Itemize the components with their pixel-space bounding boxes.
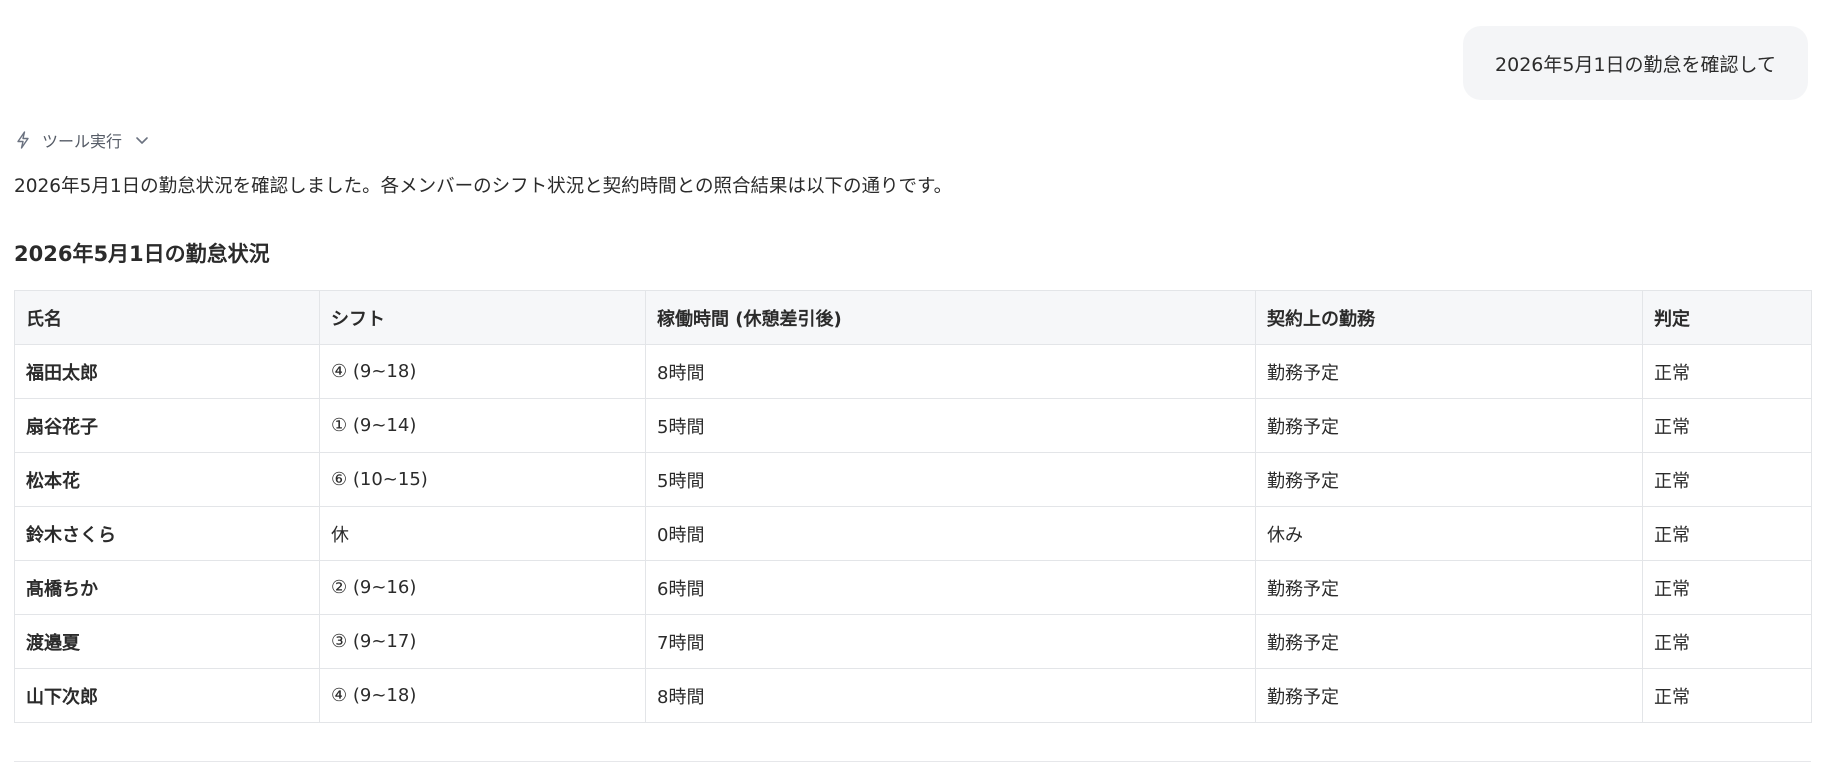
cell-judgement: 正常	[1642, 398, 1812, 453]
chat-page: 2026年5月1日の勤怠を確認して ツール実行 2026年5月1日の勤怠状況を確…	[0, 0, 1822, 782]
table-row: 髙橋ちか ② (9~16) 6時間 勤務予定 正常	[14, 560, 1812, 615]
assistant-intro-text: 2026年5月1日の勤怠状況を確認しました。各メンバーのシフト状況と契約時間との…	[14, 176, 953, 197]
cell-hours: 5時間	[645, 452, 1256, 507]
table-row: 山下次郎 ④ (9~18) 8時間 勤務予定 正常	[14, 668, 1812, 723]
section-heading: 2026年5月1日の勤怠状況	[14, 242, 270, 266]
cell-name: 髙橋ちか	[14, 560, 320, 615]
header-judgement: 判定	[1642, 290, 1812, 345]
cell-name: 渡邉夏	[14, 614, 320, 669]
cell-contract: 勤務予定	[1255, 560, 1643, 615]
cell-hours: 8時間	[645, 668, 1256, 723]
attendance-table: 氏名 シフト 稼働時間 (休憩差引後) 契約上の勤務 判定 福田太郎 ④ (9~…	[14, 290, 1812, 723]
cell-name: 山下次郎	[14, 668, 320, 723]
cell-judgement: 正常	[1642, 506, 1812, 561]
table-row: 松本花 ⑥ (10~15) 5時間 勤務予定 正常	[14, 452, 1812, 507]
cell-contract: 勤務予定	[1255, 398, 1643, 453]
user-message-text: 2026年5月1日の勤怠を確認して	[1495, 53, 1776, 76]
cell-shift: 休	[319, 506, 646, 561]
cell-judgement: 正常	[1642, 668, 1812, 723]
cell-hours: 6時間	[645, 560, 1256, 615]
table-header-row: 氏名 シフト 稼働時間 (休憩差引後) 契約上の勤務 判定	[14, 290, 1812, 345]
table-row: 渡邉夏 ③ (9~17) 7時間 勤務予定 正常	[14, 614, 1812, 669]
divider	[14, 761, 1811, 762]
table-row: 扇谷花子 ① (9~14) 5時間 勤務予定 正常	[14, 398, 1812, 453]
cell-shift: ② (9~16)	[319, 560, 646, 615]
header-contract: 契約上の勤務	[1255, 290, 1643, 345]
cell-judgement: 正常	[1642, 344, 1812, 399]
cell-hours: 7時間	[645, 614, 1256, 669]
cell-name: 扇谷花子	[14, 398, 320, 453]
cell-judgement: 正常	[1642, 614, 1812, 669]
cell-contract: 勤務予定	[1255, 668, 1643, 723]
user-message-bubble: 2026年5月1日の勤怠を確認して	[1463, 26, 1808, 100]
header-shift: シフト	[319, 290, 646, 345]
cell-hours: 8時間	[645, 344, 1256, 399]
table-row: 福田太郎 ④ (9~18) 8時間 勤務予定 正常	[14, 344, 1812, 399]
lightning-icon	[16, 131, 30, 149]
cell-judgement: 正常	[1642, 452, 1812, 507]
cell-name: 福田太郎	[14, 344, 320, 399]
cell-name: 鈴木さくら	[14, 506, 320, 561]
cell-hours: 5時間	[645, 398, 1256, 453]
cell-shift: ④ (9~18)	[319, 668, 646, 723]
tool-execution-toggle[interactable]: ツール実行	[16, 128, 150, 152]
chevron-down-icon	[134, 132, 150, 148]
cell-hours: 0時間	[645, 506, 1256, 561]
cell-contract: 休み	[1255, 506, 1643, 561]
header-name: 氏名	[14, 290, 320, 345]
cell-contract: 勤務予定	[1255, 614, 1643, 669]
cell-shift: ④ (9~18)	[319, 344, 646, 399]
cell-name: 松本花	[14, 452, 320, 507]
table-row: 鈴木さくら 休 0時間 休み 正常	[14, 506, 1812, 561]
cell-shift: ③ (9~17)	[319, 614, 646, 669]
tool-execution-label: ツール実行	[42, 132, 123, 151]
cell-contract: 勤務予定	[1255, 344, 1643, 399]
header-hours: 稼働時間 (休憩差引後)	[645, 290, 1256, 345]
cell-judgement: 正常	[1642, 560, 1812, 615]
cell-shift: ⑥ (10~15)	[319, 452, 646, 507]
cell-shift: ① (9~14)	[319, 398, 646, 453]
cell-contract: 勤務予定	[1255, 452, 1643, 507]
